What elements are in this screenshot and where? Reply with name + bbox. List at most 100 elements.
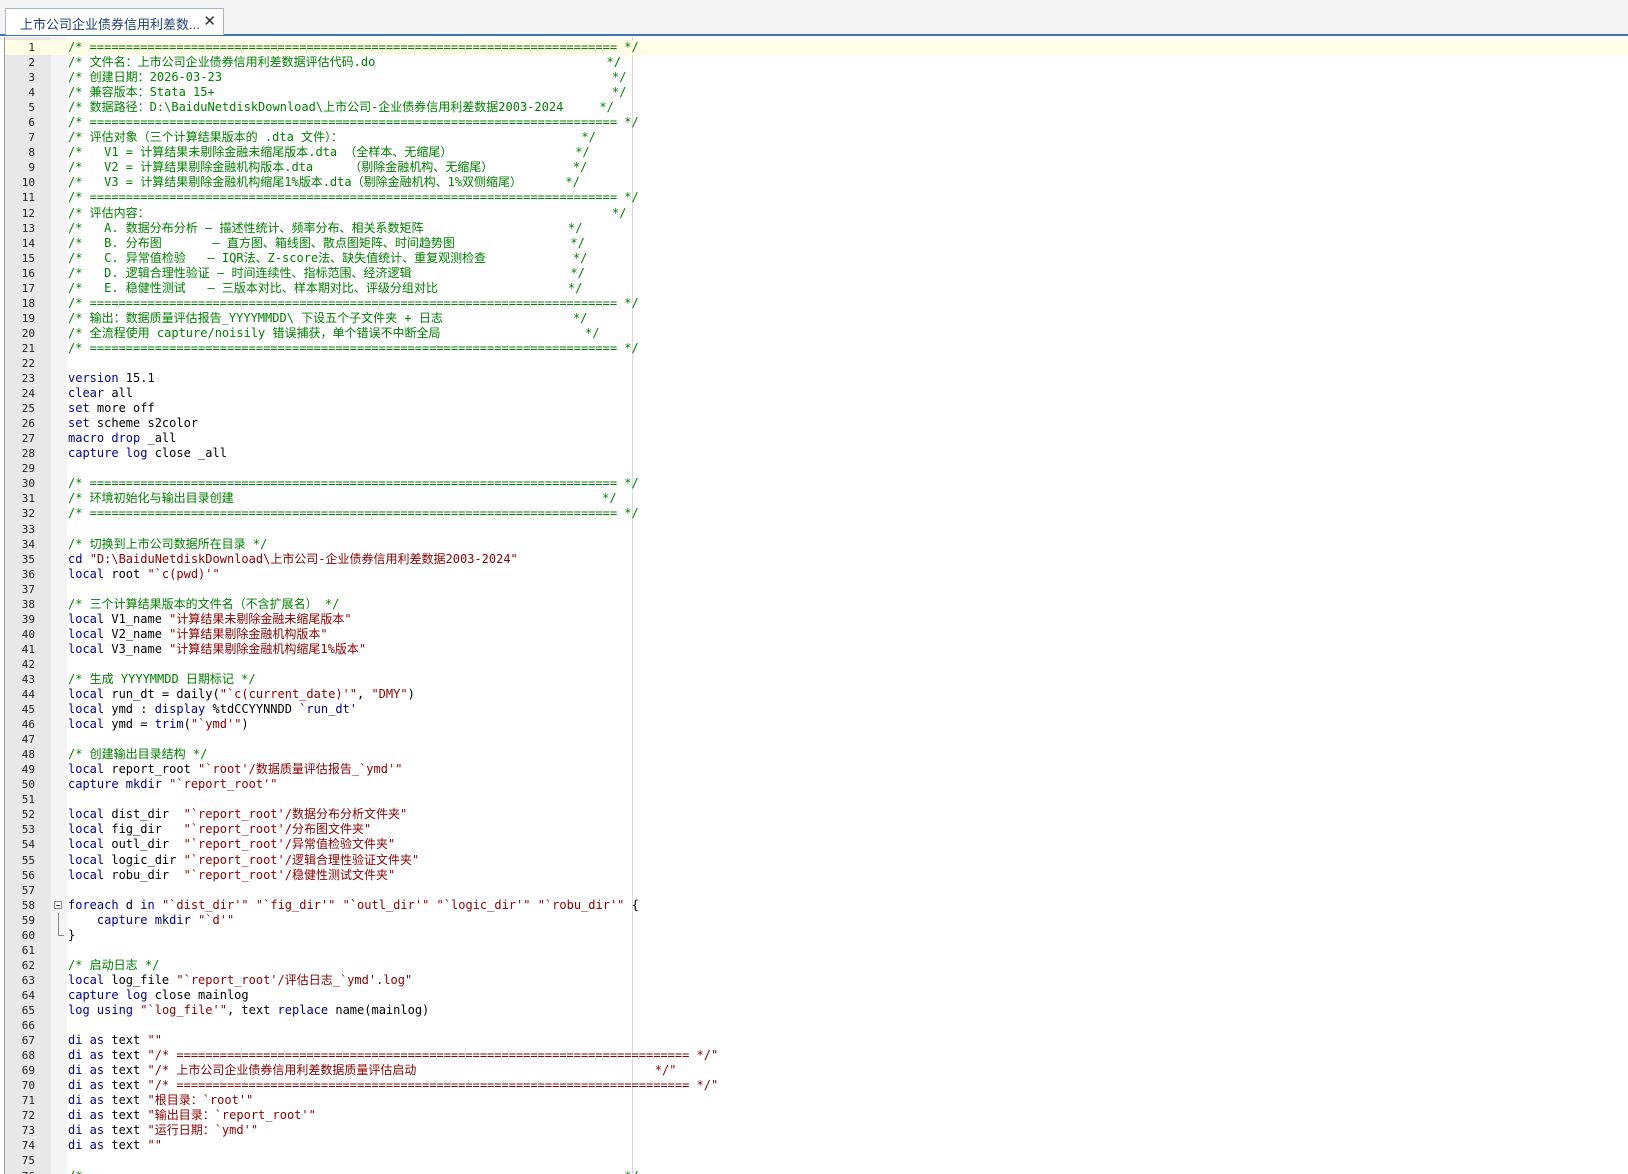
code-line[interactable]: 61 bbox=[5, 943, 1628, 958]
code-line[interactable]: 1 /* ====================================… bbox=[5, 40, 1628, 56]
code-line[interactable]: 53 local fig_dir "`report_root'/分布图文件夹" bbox=[5, 822, 1628, 837]
code-line[interactable]: 31 /* 环境初始化与输出目录创建 */ bbox=[5, 491, 1628, 506]
code-line[interactable]: 76 /* ===================================… bbox=[5, 1169, 1628, 1174]
code-line[interactable]: 63 local log_file "`report_root'/评估日志_`ym… bbox=[5, 973, 1628, 988]
token-plain: text bbox=[104, 1123, 148, 1138]
code-line[interactable]: 73 di as text "运行日期：`ymd'" bbox=[5, 1123, 1628, 1138]
code-line[interactable]: 28 capture log close _all bbox=[5, 446, 1628, 461]
code-line[interactable]: 13 /* A. 数据分布分析 — 描述性统计、频率分布、相关系数矩阵 */ bbox=[5, 221, 1628, 236]
code-line[interactable]: 19 /* 输出：数据质量评估报告_YYYYMMDD\ 下设五个子文件夹 + 日志… bbox=[5, 311, 1628, 326]
code-line[interactable]: 40 local V2_name "计算结果剔除金融机构版本" bbox=[5, 627, 1628, 642]
code-line[interactable]: 42 bbox=[5, 657, 1628, 672]
token-plain: { bbox=[624, 897, 639, 912]
code-editor[interactable]: 1 /* ====================================… bbox=[4, 37, 1628, 1174]
code-line[interactable]: 47 bbox=[5, 732, 1628, 747]
line-number: 12 bbox=[21, 206, 35, 220]
close-icon[interactable]: ✕ bbox=[203, 12, 216, 30]
code-line[interactable]: 30 /* ===================================… bbox=[5, 476, 1628, 491]
code-line[interactable]: 68 di as text "/* =======================… bbox=[5, 1048, 1628, 1063]
code-line[interactable]: 25 set more off bbox=[5, 401, 1628, 416]
code-line[interactable]: 69 di as text "/* 上市公司企业债券信用利差数据质量评估启动 */… bbox=[5, 1063, 1628, 1078]
code-line[interactable]: 6 /* ====================================… bbox=[5, 115, 1628, 130]
code-line[interactable]: 66 bbox=[5, 1018, 1628, 1033]
code-line[interactable]: 18 /* ===================================… bbox=[5, 296, 1628, 311]
token-plain: run_dt = daily( bbox=[104, 687, 220, 702]
token-plain: robu_dir bbox=[104, 867, 184, 882]
code-line[interactable]: 36 local root "`c(pwd)'" bbox=[5, 567, 1628, 582]
code-line[interactable]: 26 set scheme s2color bbox=[5, 416, 1628, 431]
code-line[interactable]: 20 /* 全流程使用 capture/noisily 错误捕获，单个错误不中断全… bbox=[5, 326, 1628, 341]
code-line[interactable]: 51 bbox=[5, 792, 1628, 807]
code-lines[interactable]: 1 /* ====================================… bbox=[5, 40, 1628, 1174]
code-line[interactable]: 11 /* ===================================… bbox=[5, 190, 1628, 205]
code-line[interactable]: 75 bbox=[5, 1153, 1628, 1168]
code-line[interactable]: 8 /* V1 = 计算结果未剔除金融未缩尾版本.dta （全样本、无缩尾） */ bbox=[5, 145, 1628, 160]
code-line[interactable]: 7 /* 评估对象（三个计算结果版本的 .dta 文件）： */ bbox=[5, 130, 1628, 145]
code-line[interactable]: 72 di as text "输出目录：`report_root'" bbox=[5, 1108, 1628, 1123]
code-line[interactable]: 39 local V1_name "计算结果未剔除金融未缩尾版本" bbox=[5, 612, 1628, 627]
code-line[interactable]: 44 local run_dt = daily("`c(current_date)… bbox=[5, 687, 1628, 702]
code-line[interactable]: 60} bbox=[5, 927, 1628, 943]
code-line[interactable]: 4 /* 兼容版本：Stata 15+ */ bbox=[5, 85, 1628, 100]
code-text: /* 环境初始化与输出目录创建 */ bbox=[68, 491, 617, 506]
code-line[interactable]: 55 local logic_dir "`report_root'/逻辑合理性验证… bbox=[5, 853, 1628, 868]
token-comment: /* 启动日志 */ bbox=[68, 957, 160, 972]
code-line[interactable]: 14 /* B. 分布图 — 直方图、箱线图、散点图矩阵、时间趋势图 */ bbox=[5, 236, 1628, 251]
code-line[interactable]: 56 local robu_dir "`report_root'/稳健性测试文件夹… bbox=[5, 868, 1628, 883]
code-line[interactable]: 21 /* ===================================… bbox=[5, 341, 1628, 356]
code-line[interactable]: 38 /* 三个计算结果版本的文件名（不含扩展名） */ bbox=[5, 597, 1628, 612]
code-line[interactable]: 3 /* 创建日期：2026-03-23 */ bbox=[5, 70, 1628, 85]
code-line[interactable]: 70 di as text "/* =======================… bbox=[5, 1078, 1628, 1093]
line-number: 28 bbox=[21, 447, 35, 461]
code-line[interactable]: 54 local outl_dir "`report_root'/异常值检验文件夹… bbox=[5, 837, 1628, 852]
code-line[interactable]: 24 clear all bbox=[5, 386, 1628, 401]
code-line[interactable]: 45 local ymd : display %tdCCYYNNDD `run_d… bbox=[5, 702, 1628, 717]
line-number: 20 bbox=[21, 326, 35, 340]
token-string: "`fig_dir'" bbox=[255, 897, 336, 912]
code-line[interactable]: 74 di as text "" bbox=[5, 1138, 1628, 1153]
line-number: 9 bbox=[28, 161, 35, 175]
code-line[interactable]: 64 capture log close mainlog bbox=[5, 988, 1628, 1003]
code-line[interactable]: 43 /* 生成 YYYYMMDD 日期标记 */ bbox=[5, 672, 1628, 687]
code-line[interactable]: 59 capture mkdir "`d'" bbox=[5, 912, 1628, 928]
code-line[interactable]: 37 bbox=[5, 582, 1628, 597]
code-line[interactable]: 58 foreach d in "`dist_dir'" "`fig_dir'" … bbox=[5, 898, 1628, 913]
code-line[interactable]: 71 di as text "根目录：`root'" bbox=[5, 1093, 1628, 1108]
code-line[interactable]: 52 local dist_dir "`report_root'/数据分布分析文件… bbox=[5, 807, 1628, 822]
fold-toggle-icon[interactable] bbox=[54, 900, 62, 909]
code-line[interactable]: 46 local ymd = trim("`ymd'") bbox=[5, 717, 1628, 732]
code-line[interactable]: 35 cd "D:\BaiduNetdiskDownload\上市公司-企业债券信… bbox=[5, 552, 1628, 567]
code-line[interactable]: 27 macro drop _all bbox=[5, 431, 1628, 446]
line-number: 23 bbox=[21, 372, 35, 386]
code-line[interactable]: 2 /* 文件名：上市公司企业债券信用利差数据评估代码.do */ bbox=[5, 55, 1628, 70]
code-line[interactable]: 33 bbox=[5, 522, 1628, 537]
code-line[interactable]: 15 /* C. 异常值检验 — IQR法、Z-score法、缺失值统计、重复观测… bbox=[5, 251, 1628, 266]
code-line[interactable]: 10 /* V3 = 计算结果剔除金融机构缩尾1%版本.dta（剔除金融机构、1%… bbox=[5, 175, 1628, 190]
line-number: 32 bbox=[21, 507, 35, 521]
code-line[interactable]: 48 /* 创建输出目录结构 */ bbox=[5, 747, 1628, 762]
line-number: 45 bbox=[21, 703, 35, 717]
code-line[interactable]: 29 bbox=[5, 461, 1628, 476]
code-line[interactable]: 22 bbox=[5, 356, 1628, 371]
code-line[interactable]: 67 di as text "" bbox=[5, 1033, 1628, 1048]
code-line[interactable]: 50 capture mkdir "`report_root'" bbox=[5, 777, 1628, 792]
code-line[interactable]: 62 /* 启动日志 */ bbox=[5, 958, 1628, 973]
code-line[interactable]: 34 /* 切换到上市公司数据所在目录 */ bbox=[5, 537, 1628, 552]
code-line[interactable]: 9 /* V2 = 计算结果剔除金融机构版本.dta （剔除金融机构、无缩尾） *… bbox=[5, 160, 1628, 175]
code-line[interactable]: 65 log using "`log_file'", text replace n… bbox=[5, 1003, 1628, 1018]
code-line[interactable]: 57 bbox=[5, 883, 1628, 898]
code-text: /* 文件名：上市公司企业债券信用利差数据评估代码.do */ bbox=[68, 55, 621, 70]
code-line[interactable]: 49 local report_root "`root'/数据质量评估报告_`ym… bbox=[5, 762, 1628, 777]
code-line[interactable]: 17 /* E. 稳健性测试 — 三版本对比、样本期对比、评级分组对比 */ bbox=[5, 281, 1628, 296]
code-line[interactable]: 16 /* D. 逻辑合理性验证 — 时间连续性、指标范围、经济逻辑 */ bbox=[5, 266, 1628, 281]
tab-document[interactable]: 上市公司企业债券信用利差数... ✕ bbox=[5, 8, 224, 35]
code-line[interactable]: 32 /* ===================================… bbox=[5, 506, 1628, 521]
token-keyword: set bbox=[68, 401, 90, 416]
line-number: 63 bbox=[21, 973, 35, 987]
code-line[interactable]: 12 /* 评估内容： */ bbox=[5, 206, 1628, 221]
code-line[interactable]: 41 local V3_name "计算结果剔除金融机构缩尾1%版本" bbox=[5, 642, 1628, 657]
code-line[interactable]: 23 version 15.1 bbox=[5, 371, 1628, 386]
code-line[interactable]: 5 /* 数据路径：D:\BaiduNetdiskDownload\上市公司-企业… bbox=[5, 100, 1628, 115]
line-number: 4 bbox=[28, 86, 35, 100]
